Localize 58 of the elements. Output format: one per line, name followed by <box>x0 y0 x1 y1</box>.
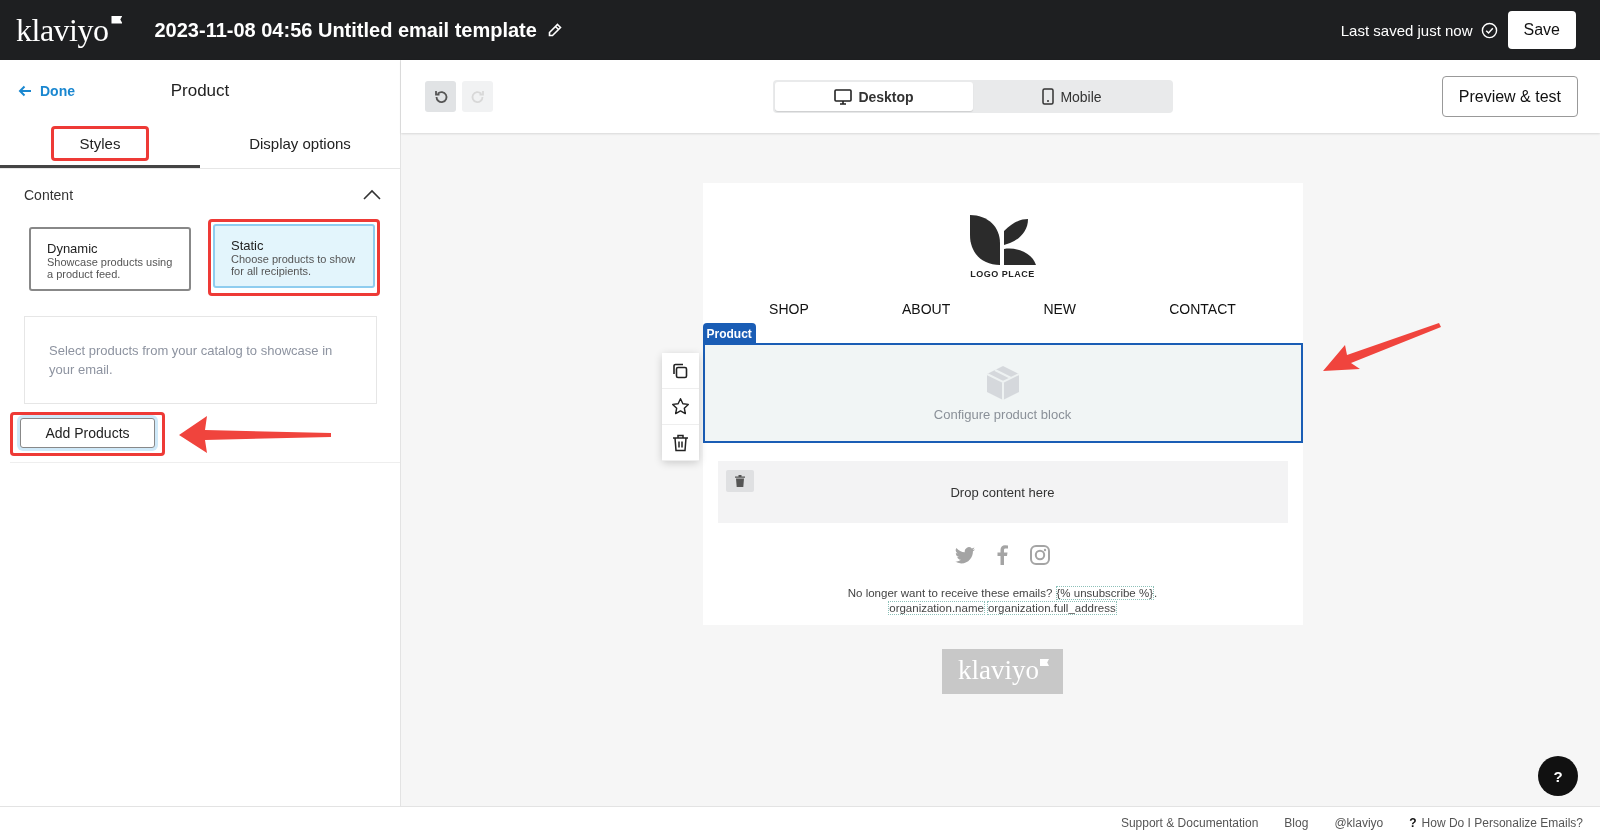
arrow-left-icon <box>18 84 32 98</box>
save-button[interactable]: Save <box>1507 11 1576 49</box>
view-mode-tab[interactable]: Desktop <box>775 82 973 111</box>
option-card[interactable]: Static Choose products to show for all recipients. <box>213 224 375 288</box>
duplicate-button[interactable] <box>661 353 699 389</box>
info-text: Select products from your catalog to showcase in your email. <box>49 342 334 379</box>
help-button[interactable]: ? <box>1538 756 1578 796</box>
template-title: 2023-11-08 04:56 Untitled email template <box>154 18 537 42</box>
redo-icon <box>469 88 486 105</box>
favorite-button[interactable] <box>661 389 699 425</box>
preview-test-button[interactable]: Preview & test <box>1441 76 1578 117</box>
footer-link[interactable]: Blog <box>1284 816 1309 830</box>
logo-text: LOGO PLACE <box>970 269 1035 279</box>
copy-icon <box>671 361 689 380</box>
template-tag[interactable]: organization.name <box>888 601 985 615</box>
footer-link[interactable]: ? How Do I Personalize Emails? <box>1409 816 1583 830</box>
save-status: Last saved just now <box>1340 21 1473 39</box>
delete-button[interactable] <box>725 470 754 492</box>
nav-link[interactable]: NEW <box>1043 301 1077 317</box>
panel-title: Product <box>170 81 230 101</box>
template-tag[interactable]: {% unsubscribe %} <box>1055 586 1155 600</box>
view-mode-tab[interactable]: Mobile <box>973 82 1171 111</box>
chevron-icon[interactable] <box>362 189 382 201</box>
monitor-icon <box>834 88 853 105</box>
undo-icon <box>432 88 449 105</box>
phone-icon <box>1042 88 1055 105</box>
tab-label: Styles <box>79 135 121 152</box>
template-tag[interactable]: organization.full_address <box>986 601 1117 615</box>
done-link[interactable]: Done <box>18 83 75 99</box>
trash-icon <box>734 475 745 487</box>
tab[interactable]: Display options <box>200 122 400 168</box>
star-icon <box>670 397 690 416</box>
block-placeholder-text: Configure product block <box>933 406 1072 422</box>
brand-logo: klaviyo <box>16 11 123 49</box>
undo-button[interactable] <box>425 81 456 112</box>
check-circle-icon <box>1480 21 1498 39</box>
add-products-button[interactable]: Add Products <box>20 418 155 448</box>
pencil-icon[interactable] <box>546 22 563 38</box>
drop-text: Drop content here <box>950 484 1055 500</box>
nav-link[interactable]: SHOP <box>769 301 809 317</box>
footer-link[interactable]: @klaviyo <box>1334 816 1384 830</box>
footer-link[interactable]: Support & Documentation <box>1120 816 1259 830</box>
trash-icon <box>671 433 689 452</box>
tab-label: Display options <box>249 135 351 152</box>
unsubscribe-text: No longer want to receive these emails? {% unsubscribe %}. <box>847 587 1158 599</box>
option-title: Static <box>231 238 265 253</box>
option-card[interactable]: Dynamic Showcase products using a product feed. <box>29 227 191 291</box>
delete-button[interactable] <box>661 425 699 461</box>
leaf-logo-icon <box>969 213 1036 265</box>
option-description: Choose products to show for all recipients. <box>231 253 357 277</box>
box-icon <box>985 364 1020 401</box>
option-title: Dynamic <box>47 241 99 256</box>
block-tag: Product <box>702 323 756 345</box>
nav-link[interactable]: ABOUT <box>901 301 951 317</box>
option-description: Showcase products using a product feed. <box>47 256 173 280</box>
section-title: Content <box>24 187 74 203</box>
nav-link[interactable]: CONTACT <box>1169 301 1236 317</box>
tab[interactable]: Styles <box>0 122 200 168</box>
